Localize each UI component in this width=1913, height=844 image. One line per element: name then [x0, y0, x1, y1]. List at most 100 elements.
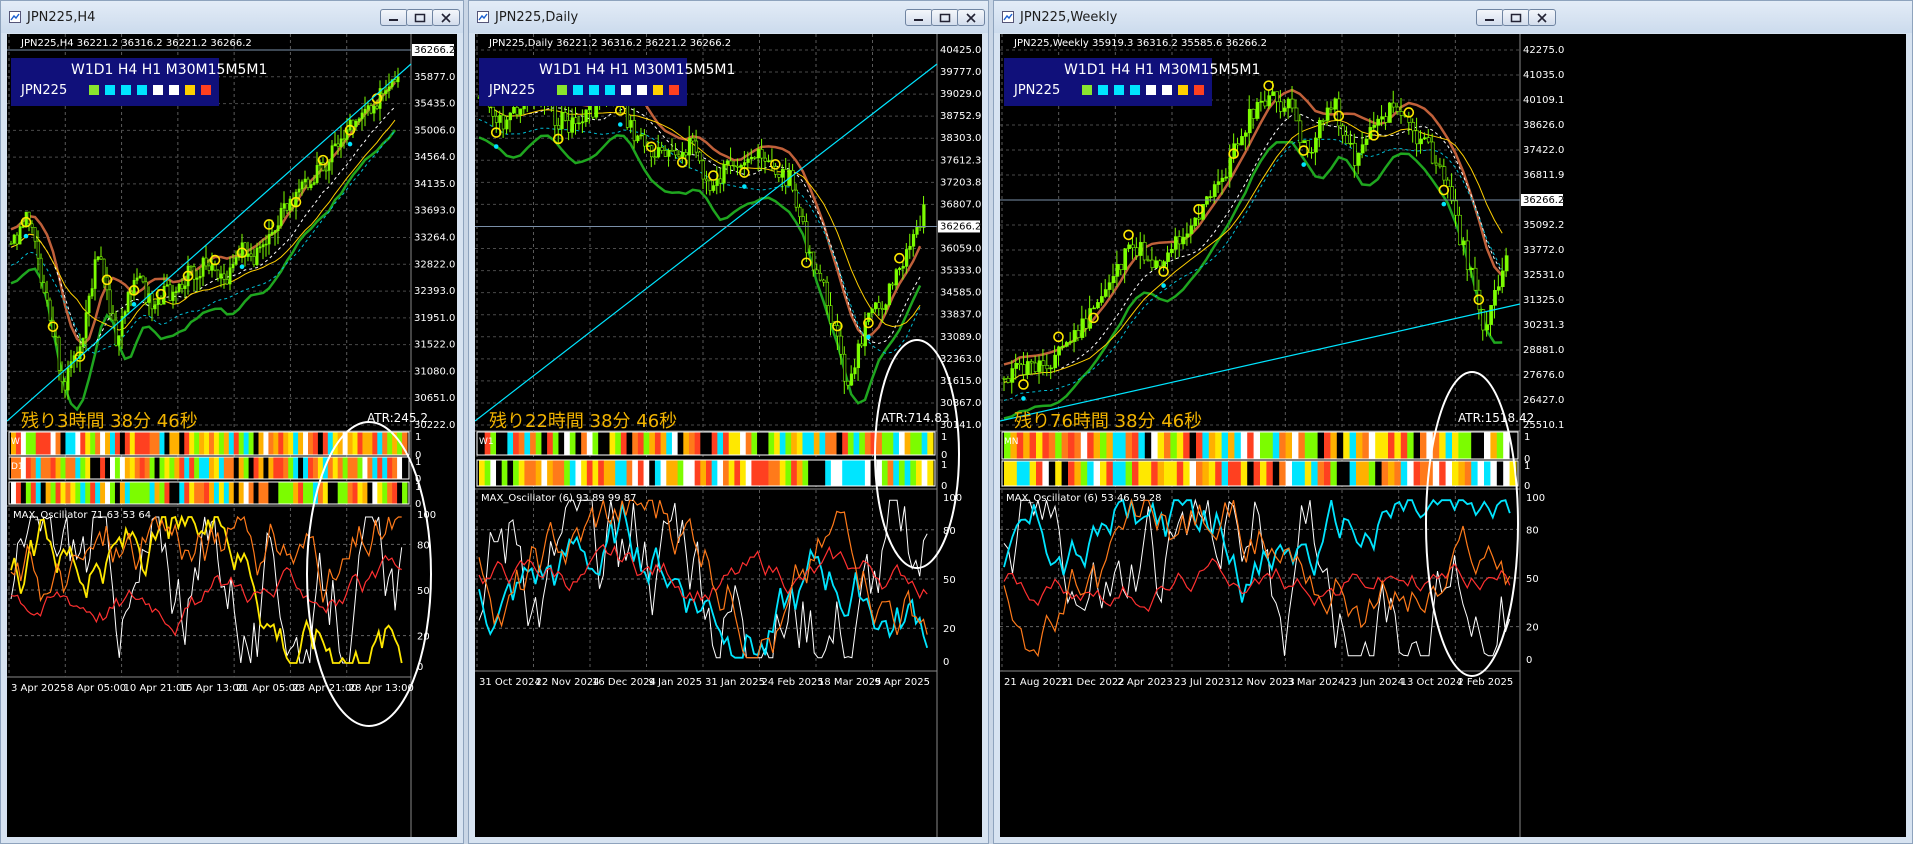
candle-body: [183, 285, 187, 289]
maximize-button[interactable]: [1502, 9, 1530, 26]
candle-body: [905, 249, 909, 267]
chart-window-daily[interactable]: JPN225,Daily 31 Oct 2024 22 Nov 2024 16 De…: [468, 0, 989, 844]
signal-bar-segment: [654, 432, 662, 455]
signal-bar-segment: [700, 460, 707, 486]
oscillator-level-label: 80: [417, 540, 430, 551]
candle-body: [54, 336, 58, 338]
candle-body: [93, 259, 97, 289]
signal-bar-segment: [402, 457, 408, 479]
close-button[interactable]: [957, 9, 985, 26]
price-axis-label: 27676.0: [1523, 370, 1564, 381]
candle-body: [1345, 134, 1349, 144]
candle-body: [774, 166, 778, 175]
timeframe-square: [557, 85, 567, 95]
minimize-button[interactable]: [380, 9, 408, 26]
candle-body: [204, 257, 208, 267]
close-button[interactable]: [432, 9, 460, 26]
candle-body: [1053, 354, 1057, 369]
signal-bar-segment: [209, 457, 215, 479]
signal-bar-segment: [723, 460, 730, 486]
candle-body: [186, 265, 190, 287]
chart-window-weekly[interactable]: JPN225,Weekly 21 Aug 2022 11 Dec 2022 2 Ap…: [993, 0, 1913, 844]
candle-body: [829, 305, 833, 324]
candle-body: [853, 367, 857, 375]
candle-body: [1314, 137, 1318, 153]
candle-body: [180, 283, 184, 289]
candle-body: [1236, 143, 1240, 146]
moving-average-line: [478, 82, 922, 339]
signal-bar-segment: [134, 482, 141, 504]
minimize-button[interactable]: [1476, 9, 1504, 26]
price-axis-label: 40425.0: [940, 45, 981, 56]
signal-bar-segment: [1080, 461, 1088, 486]
signal-bar-segment: [1375, 461, 1383, 486]
signal-bar-segment: [164, 457, 170, 479]
signal-bar-segment: [830, 460, 838, 486]
candle-body: [1208, 196, 1213, 198]
chart-area[interactable]: 3 Apr 2025 8 Apr 05:00 10 Apr 21:00 15 Apr …: [7, 34, 457, 837]
signal-bar-segment: [298, 482, 304, 504]
signal-bar-segment: [352, 457, 358, 479]
candle-body: [1302, 140, 1307, 143]
chart-area[interactable]: 21 Aug 2022 11 Dec 2022 2 Apr 2023 23 Jul 2…: [1000, 34, 1906, 837]
signal-bar-segment: [564, 432, 571, 455]
trend-line: [7, 63, 412, 422]
chart-window-h4[interactable]: JPN225,H4 3 Apr 2025 8 Apr 05:00 10 Apr 21…: [0, 0, 464, 844]
candle-body: [1033, 362, 1038, 372]
close-button[interactable]: [1528, 9, 1556, 26]
maximize-button[interactable]: [406, 9, 434, 26]
chart-area[interactable]: 31 Oct 2024 22 Nov 2024 16 Dec 2024 9 Jan 2…: [475, 34, 982, 837]
signal-bar-segment: [1484, 461, 1491, 486]
timeframe-square: [1178, 85, 1188, 95]
signal-bar-segment: [382, 457, 388, 479]
signal-bar-segment: [1413, 432, 1421, 459]
signal-bar-segment: [575, 432, 582, 455]
signal-bar-segment: [30, 457, 37, 479]
timeframe-square: [653, 85, 663, 95]
signal-bar-segment: [915, 460, 923, 486]
candle-body: [1010, 368, 1015, 383]
minimize-button[interactable]: [905, 9, 933, 26]
signal-bar-segment: [213, 457, 220, 479]
candle-body: [1037, 360, 1042, 372]
price-chart-canvas[interactable]: 21 Aug 202211 Dec 20222 Apr 2023 23 Jul 2…: [1000, 34, 1906, 837]
candle-body: [667, 149, 671, 157]
chart-window-icon: [1002, 11, 1014, 23]
signal-bar-segment: [144, 432, 151, 455]
signal-bar-segment: [25, 457, 32, 479]
candle-body: [625, 101, 630, 128]
signal-bar-segment: [1279, 432, 1287, 459]
window-titlebar[interactable]: JPN225,H4: [1, 1, 463, 33]
candle-body: [324, 169, 328, 172]
price-chart-canvas[interactable]: 31 Oct 202422 Nov 202416 Dec 20249 Jan 2…: [475, 34, 982, 837]
signal-bar-segment: [910, 432, 917, 455]
candle-body: [1263, 100, 1268, 107]
price-chart-canvas[interactable]: 3 Apr 2025 8 Apr 05:0010 Apr 21:0015 Apr …: [7, 34, 457, 837]
maximize-button[interactable]: [931, 9, 959, 26]
signal-bar-segment: [479, 460, 486, 486]
signal-bar-segment: [1362, 461, 1370, 486]
signal-bar-segment: [575, 460, 582, 486]
signal-bar-segment: [1285, 432, 1293, 459]
candle-body: [309, 184, 313, 188]
candle-body: [563, 112, 568, 121]
window-titlebar[interactable]: JPN225,Weekly: [994, 1, 1912, 33]
signal-bar-segment: [11, 482, 17, 504]
signal-bar-segment: [124, 482, 131, 504]
signal-bar-segment: [322, 432, 329, 455]
signal-bar-segment: [734, 460, 741, 486]
window-titlebar[interactable]: JPN225,Daily: [469, 1, 988, 33]
signal-bar-segment: [1170, 432, 1178, 459]
candle-body: [1469, 267, 1474, 270]
signal-bar-segment: [357, 457, 363, 479]
signal-bar-segment: [1208, 432, 1216, 459]
candle-body: [922, 204, 926, 228]
signal-bar-segment: [184, 432, 190, 455]
candle-body: [66, 367, 70, 391]
price-axis-label: 33772.0: [1523, 245, 1564, 256]
low-marker: [866, 334, 871, 340]
candle-body: [387, 86, 391, 91]
signal-bar-segment: [372, 457, 378, 479]
signal-bar-segment: [164, 432, 170, 455]
time-axis-label: 18 Mar 2025: [818, 677, 881, 688]
